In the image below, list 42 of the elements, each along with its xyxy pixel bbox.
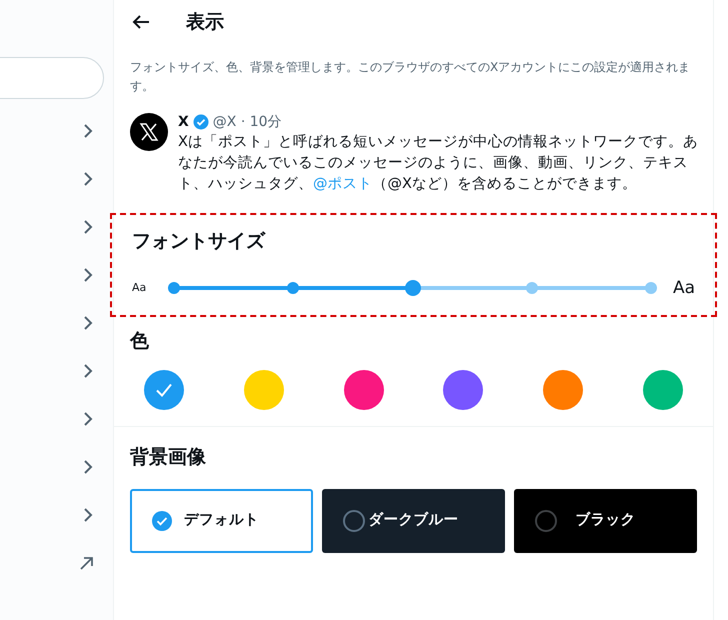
slider-stop[interactable] <box>287 282 300 294</box>
slider-stop[interactable] <box>168 282 180 294</box>
chevron-right-icon <box>83 363 93 379</box>
logo-icon <box>139 122 159 142</box>
small-size-label: Aa <box>132 280 148 296</box>
arrow-up-right-icon <box>80 556 93 570</box>
color-swatch[interactable] <box>244 370 284 410</box>
chevron-right-icon <box>83 267 93 283</box>
font-size-slider[interactable] <box>168 279 657 298</box>
chevron-right-icon <box>83 123 93 139</box>
large-size-label: Aa <box>672 276 695 300</box>
check-icon <box>155 382 173 398</box>
chevron-right-icon <box>83 507 93 523</box>
background-option[interactable]: ダークブルー <box>322 489 505 553</box>
section-title: 背景画像 <box>130 444 207 470</box>
color-swatch[interactable] <box>543 370 584 410</box>
color-swatch[interactable] <box>144 370 184 410</box>
description-text: フォントサイズ、色、背景を管理します。このブラウザのすべてのXアカウントにこの設定が適用されます。 <box>129 59 692 95</box>
search-field[interactable] <box>0 57 104 99</box>
radio-icon <box>535 510 557 532</box>
author-name: X <box>178 113 189 131</box>
post-text: Xは「ポスト」と呼ばれる短いメッセージが中心の情報ネットワークです。あなたが今読んでいるこのメッセージのように、画像、動画、リンク、テキスト、ハッシュタグ、@ポスト（@Xなど）を含めることができます。 <box>178 132 699 194</box>
chevron-right-icon <box>83 219 93 235</box>
page-title: 表示 <box>186 10 224 35</box>
slider-thumb[interactable] <box>404 280 420 296</box>
chevron-right-icon <box>83 315 93 331</box>
section-title: 色 <box>130 329 150 354</box>
background-option[interactable]: デフォルト <box>130 489 313 553</box>
background-option[interactable]: ブラック <box>514 489 697 553</box>
color-swatch[interactable] <box>642 370 683 410</box>
author-handle: @X · 10分 <box>212 113 282 131</box>
slider-stop[interactable] <box>645 282 657 294</box>
section-title: フォントサイズ <box>132 229 266 254</box>
back-arrow-icon <box>132 14 150 30</box>
color-swatch[interactable] <box>443 370 484 410</box>
color-swatch[interactable] <box>344 370 384 410</box>
chevron-right-icon <box>83 459 93 475</box>
chevron-right-icon <box>83 411 93 427</box>
radio-icon <box>343 510 365 532</box>
chevron-right-icon <box>83 171 93 187</box>
checked-radio-icon <box>151 510 173 532</box>
slider-stop[interactable] <box>526 282 538 294</box>
